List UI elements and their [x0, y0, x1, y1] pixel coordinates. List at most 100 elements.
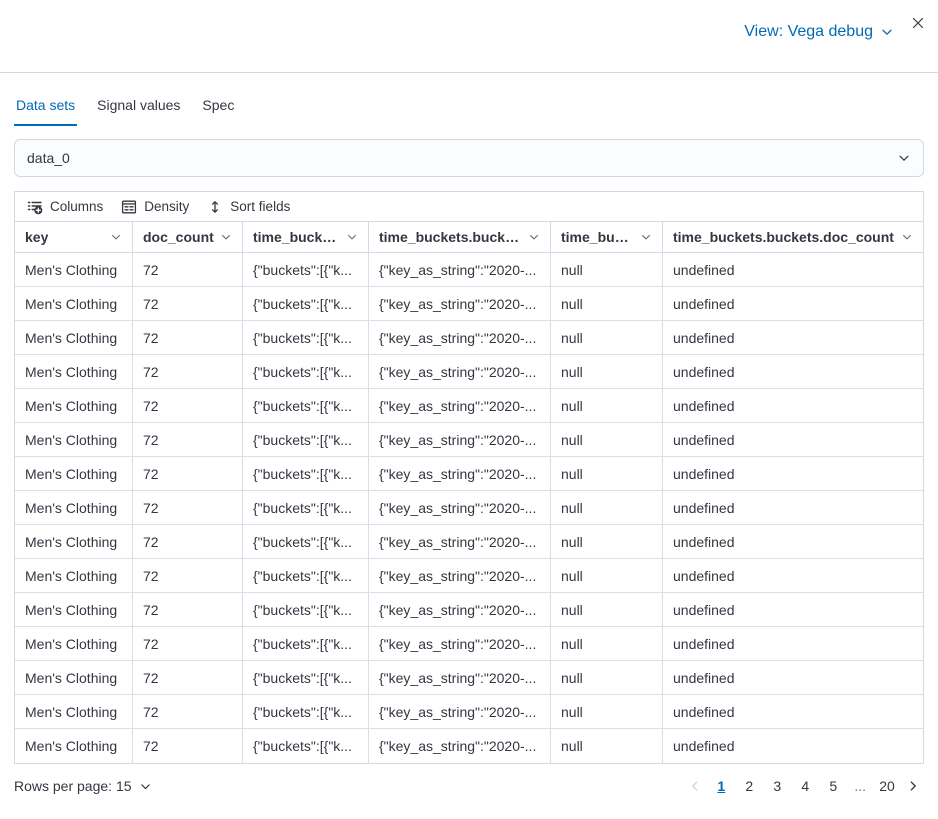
- close-icon[interactable]: [908, 12, 930, 34]
- table-cell[interactable]: Men's Clothing: [15, 525, 133, 558]
- rows-per-page-button[interactable]: Rows per page: 15: [14, 778, 152, 794]
- table-cell[interactable]: {"buckets":[{"k...: [243, 627, 369, 660]
- table-cell[interactable]: undefined: [663, 287, 923, 320]
- column-header-key[interactable]: key: [15, 222, 133, 252]
- table-cell[interactable]: {"key_as_string":"2020-...: [369, 525, 551, 558]
- table-cell[interactable]: {"buckets":[{"k...: [243, 593, 369, 626]
- table-cell[interactable]: {"buckets":[{"k...: [243, 729, 369, 763]
- table-cell[interactable]: undefined: [663, 423, 923, 456]
- column-header-time-buckets-buckets[interactable]: time_buckets.buckets: [369, 222, 551, 252]
- table-cell[interactable]: 72: [133, 559, 243, 592]
- chevron-down-icon[interactable]: [110, 231, 122, 243]
- chevron-down-icon[interactable]: [901, 231, 913, 243]
- column-header-time-buck[interactable]: time_buck...: [551, 222, 663, 252]
- table-cell[interactable]: {"buckets":[{"k...: [243, 423, 369, 456]
- table-cell[interactable]: null: [551, 525, 663, 558]
- table-cell[interactable]: undefined: [663, 389, 923, 422]
- dataset-select[interactable]: data_0: [14, 139, 924, 177]
- table-cell[interactable]: {"key_as_string":"2020-...: [369, 355, 551, 388]
- table-cell[interactable]: {"key_as_string":"2020-...: [369, 389, 551, 422]
- table-cell[interactable]: 72: [133, 355, 243, 388]
- table-cell[interactable]: 72: [133, 423, 243, 456]
- table-cell[interactable]: Men's Clothing: [15, 355, 133, 388]
- next-page-icon[interactable]: [902, 773, 924, 799]
- table-cell[interactable]: 72: [133, 695, 243, 728]
- table-cell[interactable]: null: [551, 661, 663, 694]
- table-cell[interactable]: Men's Clothing: [15, 287, 133, 320]
- table-cell[interactable]: {"key_as_string":"2020-...: [369, 321, 551, 354]
- table-cell[interactable]: Men's Clothing: [15, 253, 133, 286]
- table-cell[interactable]: undefined: [663, 559, 923, 592]
- table-cell[interactable]: null: [551, 389, 663, 422]
- table-cell[interactable]: {"key_as_string":"2020-...: [369, 457, 551, 490]
- table-cell[interactable]: null: [551, 559, 663, 592]
- view-selector-button[interactable]: View: Vega debug: [738, 22, 900, 42]
- columns-button[interactable]: Columns: [27, 199, 103, 215]
- table-cell[interactable]: {"key_as_string":"2020-...: [369, 593, 551, 626]
- column-header-time-buckets-buckets-doc-count[interactable]: time_buckets.buckets.doc_count: [663, 222, 923, 252]
- table-cell[interactable]: 72: [133, 287, 243, 320]
- table-cell[interactable]: null: [551, 593, 663, 626]
- table-cell[interactable]: undefined: [663, 695, 923, 728]
- table-cell[interactable]: null: [551, 355, 663, 388]
- table-cell[interactable]: null: [551, 729, 663, 763]
- table-cell[interactable]: undefined: [663, 253, 923, 286]
- table-cell[interactable]: undefined: [663, 593, 923, 626]
- table-cell[interactable]: null: [551, 491, 663, 524]
- table-cell[interactable]: 72: [133, 593, 243, 626]
- table-cell[interactable]: {"buckets":[{"k...: [243, 355, 369, 388]
- page-button-4[interactable]: 4: [792, 773, 818, 799]
- page-button-3[interactable]: 3: [764, 773, 790, 799]
- table-cell[interactable]: {"buckets":[{"k...: [243, 661, 369, 694]
- table-cell[interactable]: {"buckets":[{"k...: [243, 457, 369, 490]
- chevron-down-icon[interactable]: [528, 231, 540, 243]
- tab-spec[interactable]: Spec: [200, 93, 236, 126]
- page-button-2[interactable]: 2: [736, 773, 762, 799]
- page-button-5[interactable]: 5: [820, 773, 846, 799]
- table-cell[interactable]: {"buckets":[{"k...: [243, 389, 369, 422]
- table-cell[interactable]: {"buckets":[{"k...: [243, 525, 369, 558]
- table-cell[interactable]: 72: [133, 253, 243, 286]
- table-cell[interactable]: Men's Clothing: [15, 389, 133, 422]
- page-button-20[interactable]: 20: [874, 773, 900, 799]
- table-cell[interactable]: Men's Clothing: [15, 321, 133, 354]
- table-cell[interactable]: 72: [133, 525, 243, 558]
- table-cell[interactable]: undefined: [663, 729, 923, 763]
- page-button-1[interactable]: 1: [708, 773, 734, 799]
- table-cell[interactable]: Men's Clothing: [15, 491, 133, 524]
- table-cell[interactable]: undefined: [663, 321, 923, 354]
- table-cell[interactable]: 72: [133, 627, 243, 660]
- table-cell[interactable]: {"key_as_string":"2020-...: [369, 559, 551, 592]
- table-cell[interactable]: {"key_as_string":"2020-...: [369, 695, 551, 728]
- table-cell[interactable]: Men's Clothing: [15, 695, 133, 728]
- tab-data-sets[interactable]: Data sets: [14, 93, 77, 126]
- column-header-time-buckets[interactable]: time_buckets: [243, 222, 369, 252]
- table-cell[interactable]: undefined: [663, 627, 923, 660]
- table-cell[interactable]: 72: [133, 491, 243, 524]
- table-cell[interactable]: null: [551, 253, 663, 286]
- table-cell[interactable]: null: [551, 423, 663, 456]
- table-cell[interactable]: {"key_as_string":"2020-...: [369, 661, 551, 694]
- sort-fields-button[interactable]: Sort fields: [207, 199, 290, 215]
- table-cell[interactable]: 72: [133, 321, 243, 354]
- table-cell[interactable]: null: [551, 695, 663, 728]
- tab-signal-values[interactable]: Signal values: [95, 93, 182, 126]
- table-cell[interactable]: {"buckets":[{"k...: [243, 695, 369, 728]
- table-cell[interactable]: undefined: [663, 525, 923, 558]
- table-cell[interactable]: undefined: [663, 491, 923, 524]
- table-cell[interactable]: {"buckets":[{"k...: [243, 321, 369, 354]
- table-cell[interactable]: 72: [133, 457, 243, 490]
- column-header-doc-count[interactable]: doc_count: [133, 222, 243, 252]
- table-cell[interactable]: {"buckets":[{"k...: [243, 559, 369, 592]
- table-cell[interactable]: Men's Clothing: [15, 593, 133, 626]
- table-cell[interactable]: 72: [133, 389, 243, 422]
- chevron-down-icon[interactable]: [346, 231, 358, 243]
- table-cell[interactable]: {"key_as_string":"2020-...: [369, 423, 551, 456]
- table-cell[interactable]: Men's Clothing: [15, 627, 133, 660]
- table-cell[interactable]: Men's Clothing: [15, 423, 133, 456]
- table-cell[interactable]: {"buckets":[{"k...: [243, 491, 369, 524]
- table-cell[interactable]: {"key_as_string":"2020-...: [369, 729, 551, 763]
- table-cell[interactable]: 72: [133, 661, 243, 694]
- table-cell[interactable]: {"buckets":[{"k...: [243, 287, 369, 320]
- table-cell[interactable]: {"key_as_string":"2020-...: [369, 253, 551, 286]
